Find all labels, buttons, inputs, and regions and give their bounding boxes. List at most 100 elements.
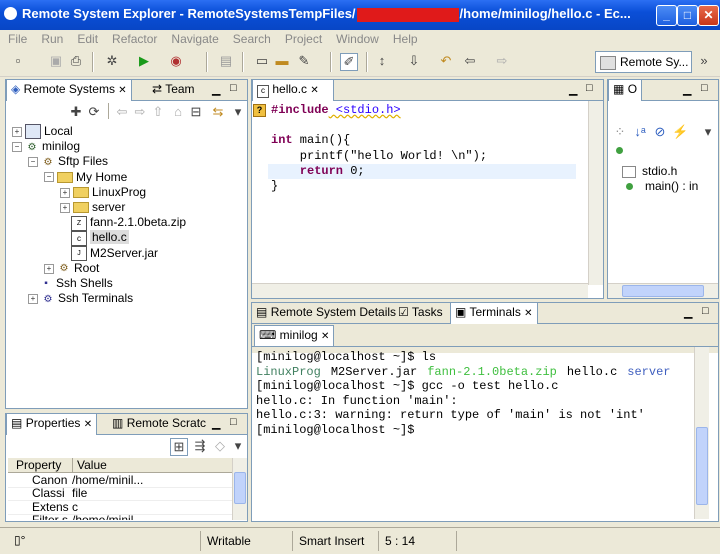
tree-item[interactable]: − ⚙ Sftp Files: [28, 154, 108, 169]
menu-refactor[interactable]: Refactor: [112, 32, 157, 46]
menu-project[interactable]: Project: [285, 32, 322, 46]
expand-toggle-icon[interactable]: −: [44, 172, 54, 183]
close-tab-icon[interactable]: ✕: [524, 308, 532, 319]
expand-toggle-icon[interactable]: +: [60, 187, 70, 198]
external-tools-icon[interactable]: ◉: [168, 53, 184, 69]
tree-item[interactable]: + server: [60, 200, 125, 215]
property-row[interactable]: Extens c: [8, 501, 232, 515]
expand-toggle-icon[interactable]: −: [28, 157, 38, 168]
properties-scrollbar[interactable]: [232, 458, 247, 520]
forward-icon[interactable]: ⇨: [494, 53, 510, 69]
minimize-button[interactable]: _: [656, 5, 677, 26]
menu-edit[interactable]: Edit: [77, 32, 98, 46]
debug-icon[interactable]: ✲: [104, 53, 120, 69]
property-row[interactable]: Filter s/home/minil: [8, 514, 232, 520]
tree-item[interactable]: − My Home: [44, 170, 127, 185]
scroll-thumb[interactable]: [622, 285, 704, 297]
close-tab-icon[interactable]: ✕: [84, 419, 92, 430]
minimize-view-icon[interactable]: ▁: [683, 83, 691, 96]
property-column-header[interactable]: Property: [16, 458, 61, 472]
menu-help[interactable]: Help: [393, 32, 418, 46]
run-icon[interactable]: ▶: [136, 53, 152, 69]
hide-static-icon[interactable]: ⊘: [652, 124, 668, 140]
terminal-scrollbar[interactable]: [694, 347, 709, 519]
tree-item[interactable]: + ⚙ Ssh Terminals: [28, 291, 133, 306]
editor-vscrollbar[interactable]: [588, 101, 603, 285]
close-tab-icon[interactable]: ✕: [310, 85, 318, 96]
expand-toggle-icon[interactable]: +: [12, 126, 22, 137]
value-column-header[interactable]: Value: [72, 458, 107, 472]
categories-icon[interactable]: ⊞: [170, 438, 188, 456]
new-connection-icon[interactable]: ✚: [68, 104, 84, 120]
tab-minilog[interactable]: ⌨ minilog ✕: [254, 325, 335, 346]
tab-team[interactable]: ⇄ Team: [148, 80, 199, 99]
maximize-button[interactable]: □: [677, 5, 698, 26]
pin-icon[interactable]: ✎: [296, 53, 312, 69]
print-icon[interactable]: ⎙: [68, 53, 84, 69]
tree-item[interactable]: c hello.c: [60, 230, 129, 246]
property-row[interactable]: Classi file: [8, 487, 232, 502]
back-icon[interactable]: ⇦: [462, 53, 478, 69]
annotation-icon[interactable]: ↕: [374, 53, 390, 69]
maximize-view-icon[interactable]: □: [230, 416, 237, 428]
outline-item[interactable]: stdio.h: [622, 164, 716, 179]
expand-toggle-icon[interactable]: −: [12, 142, 22, 153]
terminal-output[interactable]: [minilog@localhost ~]$ ls LinuxProg M2Serv…: [256, 350, 686, 510]
home-icon[interactable]: ⌂: [170, 104, 186, 120]
maximize-view-icon[interactable]: □: [702, 305, 709, 317]
refresh-icon[interactable]: ⟳: [86, 104, 102, 120]
up-icon[interactable]: ⇧: [150, 104, 166, 120]
close-tab-icon[interactable]: ✕: [118, 85, 126, 96]
new-icon[interactable]: ▫: [10, 53, 26, 69]
expand-toggle-icon[interactable]: +: [60, 202, 70, 213]
hide-fields-icon[interactable]: ⁘: [612, 124, 628, 140]
warning-icon[interactable]: ?: [253, 104, 266, 117]
maximize-view-icon[interactable]: □: [230, 82, 237, 94]
menu-run[interactable]: Run: [41, 32, 63, 46]
minimize-view-icon[interactable]: ▁: [569, 83, 577, 96]
filter-icon[interactable]: ⇶: [192, 438, 208, 454]
menu-search[interactable]: Search: [233, 32, 271, 46]
tab-remote-scratchpad[interactable]: ▥ Remote Scratc: [108, 414, 210, 433]
minimize-view-icon[interactable]: ▁: [684, 306, 692, 319]
close-button[interactable]: ✕: [698, 5, 719, 26]
tab-remote-systems[interactable]: ◈ Remote Systems ✕: [6, 79, 132, 101]
scroll-thumb[interactable]: [234, 472, 246, 504]
tab-outline[interactable]: ▦ O: [608, 79, 643, 101]
close-tab-icon[interactable]: ✕: [321, 331, 329, 342]
tree-item[interactable]: Zfann-2.1.0beta.zip: [60, 215, 186, 231]
open-type-icon[interactable]: ▤: [218, 53, 234, 69]
view-menu-icon[interactable]: ▾: [230, 104, 246, 120]
tab-terminals[interactable]: ▣ Terminals ✕: [450, 302, 538, 324]
collapse-all-icon[interactable]: ⊟: [188, 104, 204, 120]
link-editor-icon[interactable]: ⇆: [210, 104, 226, 120]
back-icon[interactable]: ⇦: [114, 104, 130, 120]
hide-nonpublic-icon[interactable]: ⚡: [672, 124, 688, 140]
more-perspectives-icon[interactable]: »: [696, 53, 712, 69]
menu-file[interactable]: File: [8, 32, 27, 46]
tree-item[interactable]: + ⚙ Root: [44, 261, 99, 276]
expand-toggle-icon[interactable]: +: [28, 294, 38, 305]
menu-window[interactable]: Window: [336, 32, 379, 46]
scroll-thumb[interactable]: [696, 427, 708, 505]
sort-icon[interactable]: ↓ᵃ: [632, 124, 648, 140]
restore-default-icon[interactable]: ◇: [212, 438, 228, 454]
last-edit-icon[interactable]: ↶: [438, 53, 454, 69]
view-menu-icon[interactable]: ▾: [230, 438, 246, 454]
outline-item[interactable]: main() : in: [622, 179, 716, 194]
maximize-view-icon[interactable]: □: [586, 82, 593, 94]
save-icon[interactable]: ▣: [48, 53, 64, 69]
perspective-switcher[interactable]: Remote Sy...: [595, 51, 692, 73]
outline-hscrollbar[interactable]: [608, 283, 718, 298]
tab-properties[interactable]: ▤ Properties ✕: [6, 413, 98, 435]
menu-navigate[interactable]: Navigate: [171, 32, 218, 46]
maximize-view-icon[interactable]: □: [701, 82, 708, 94]
expand-toggle-icon[interactable]: +: [44, 263, 54, 274]
minimize-view-icon[interactable]: ▁: [212, 83, 220, 96]
tree-item[interactable]: + LinuxProg: [60, 185, 146, 200]
minimize-view-icon[interactable]: ▁: [212, 417, 220, 430]
forward-icon[interactable]: ⇨: [132, 104, 148, 120]
editor-hscrollbar[interactable]: [252, 283, 588, 298]
view-menu-icon[interactable]: ▾: [700, 124, 716, 140]
tab-remote-system-details[interactable]: ▤ Remote System Details: [252, 303, 400, 322]
